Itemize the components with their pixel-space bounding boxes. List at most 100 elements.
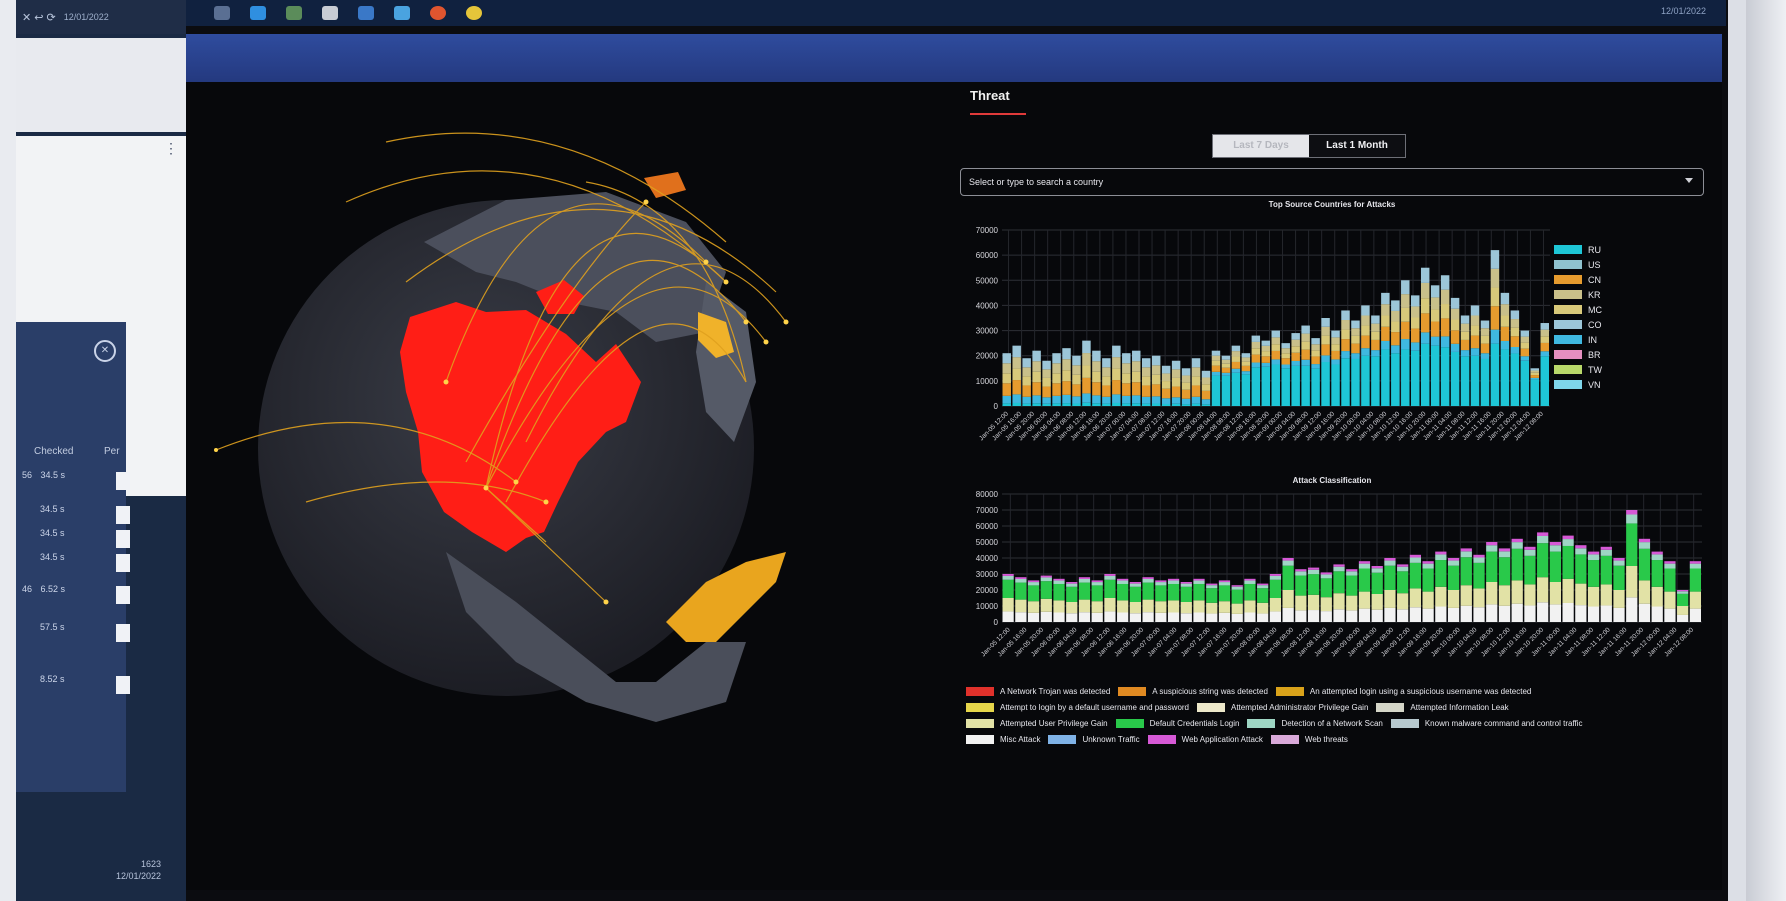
bar-segment[interactable]: [1201, 370, 1211, 378]
bar-segment[interactable]: [1391, 345, 1400, 354]
bar-segment[interactable]: [1155, 585, 1167, 602]
bar-segment[interactable]: [1651, 586, 1663, 607]
bar-segment[interactable]: [1072, 396, 1081, 404]
bar-segment[interactable]: [1524, 605, 1536, 622]
bar-segment[interactable]: [1510, 347, 1520, 354]
bar-segment[interactable]: [1500, 340, 1510, 350]
bar-segment[interactable]: [1422, 563, 1434, 569]
bar-segment[interactable]: [1333, 593, 1345, 610]
bar-segment[interactable]: [1498, 585, 1511, 606]
bar-segment[interactable]: [1391, 353, 1400, 406]
bar-segment[interactable]: [1575, 548, 1587, 555]
bar-segment[interactable]: [1012, 345, 1021, 358]
bar-segment[interactable]: [1129, 602, 1141, 614]
bar-segment[interactable]: [1231, 368, 1241, 373]
bar-segment[interactable]: [1092, 361, 1101, 372]
bar-segment[interactable]: [1311, 356, 1320, 365]
bar-segment[interactable]: [1384, 590, 1396, 608]
bar-segment[interactable]: [1420, 343, 1430, 406]
bar-segment[interactable]: [1430, 285, 1440, 298]
bar-segment[interactable]: [1524, 555, 1536, 585]
bar-segment[interactable]: [1102, 403, 1111, 406]
bar-segment[interactable]: [1251, 362, 1261, 368]
bar-segment[interactable]: [1091, 582, 1103, 586]
bar-segment[interactable]: [1161, 388, 1171, 399]
bar-segment[interactable]: [1002, 353, 1011, 364]
bar-segment[interactable]: [1082, 353, 1091, 366]
legend-item[interactable]: Attempt to login by a default username a…: [966, 703, 1189, 712]
bar-segment[interactable]: [1129, 586, 1141, 602]
bar-segment[interactable]: [1040, 577, 1052, 582]
bar-segment[interactable]: [1447, 590, 1460, 608]
bar-segment[interactable]: [1104, 598, 1116, 612]
bar-segment[interactable]: [1180, 586, 1192, 602]
bar-segment[interactable]: [1132, 403, 1141, 406]
legend-item[interactable]: A Network Trojan was detected: [966, 687, 1110, 696]
bar-segment[interactable]: [1537, 577, 1549, 603]
bar-segment[interactable]: [1321, 335, 1330, 345]
bar-segment[interactable]: [1191, 358, 1201, 368]
bar-segment[interactable]: [1435, 554, 1447, 561]
bar-segment[interactable]: [1490, 306, 1500, 330]
bar-segment[interactable]: [1261, 345, 1271, 352]
bar-segment[interactable]: [1012, 368, 1021, 381]
bar-segment[interactable]: [1040, 581, 1052, 599]
bar-segment[interactable]: [1520, 330, 1530, 337]
bar-segment[interactable]: [1161, 403, 1171, 406]
bar-segment[interactable]: [1460, 548, 1472, 552]
bar-segment[interactable]: [1012, 402, 1021, 406]
bar-segment[interactable]: [1321, 326, 1330, 336]
bar-segment[interactable]: [1022, 376, 1031, 386]
bar-segment[interactable]: [1122, 403, 1131, 406]
bar-segment[interactable]: [1218, 585, 1231, 602]
bar-segment[interactable]: [1191, 367, 1201, 377]
bar-segment[interactable]: [1689, 608, 1701, 622]
bar-segment[interactable]: [1002, 403, 1011, 406]
bar-segment[interactable]: [1381, 326, 1390, 341]
legend-item[interactable]: CO: [1554, 317, 1614, 332]
bar-segment[interactable]: [1524, 584, 1536, 606]
bar-segment[interactable]: [1155, 582, 1167, 586]
bar-segment[interactable]: [1500, 304, 1510, 316]
bar-segment[interactable]: [1122, 383, 1131, 396]
bar-segment[interactable]: [1040, 598, 1052, 612]
bar-segment[interactable]: [1420, 298, 1430, 314]
bar-segment[interactable]: [1251, 341, 1261, 349]
bar-segment[interactable]: [1430, 336, 1440, 346]
bar-segment[interactable]: [1218, 612, 1231, 622]
bar-segment[interactable]: [1333, 571, 1345, 594]
bar-segment[interactable]: [1218, 601, 1231, 613]
bar-segment[interactable]: [1102, 396, 1111, 404]
bar-segment[interactable]: [1401, 339, 1410, 350]
bar-segment[interactable]: [1015, 612, 1027, 622]
bar-segment[interactable]: [1072, 384, 1081, 397]
close-icon[interactable]: ✕: [94, 340, 116, 362]
list-item[interactable]: 34.5 s: [22, 552, 130, 574]
bar-segment[interactable]: [1460, 315, 1470, 324]
bar-segment[interactable]: [1333, 564, 1345, 567]
bar-segment[interactable]: [1104, 574, 1116, 576]
bar-segment[interactable]: [1042, 397, 1051, 404]
bar-segment[interactable]: [1241, 371, 1251, 375]
bar-segment[interactable]: [1351, 343, 1360, 354]
bar-segment[interactable]: [1161, 373, 1171, 382]
bar-segment[interactable]: [1142, 578, 1154, 583]
bar-segment[interactable]: [1600, 546, 1612, 550]
bar-segment[interactable]: [1122, 363, 1131, 374]
bar-segment[interactable]: [1664, 608, 1676, 622]
bar-segment[interactable]: [1141, 403, 1151, 406]
bar-segment[interactable]: [1587, 554, 1600, 561]
chrome-icon[interactable]: [466, 6, 482, 20]
bar-segment[interactable]: [1117, 612, 1129, 622]
bar-segment[interactable]: [1032, 395, 1041, 404]
bar-segment[interactable]: [1167, 600, 1180, 613]
bar-segment[interactable]: [1651, 606, 1663, 622]
bar-segment[interactable]: [1587, 560, 1600, 587]
bar-segment[interactable]: [1002, 373, 1011, 384]
bar-segment[interactable]: [1511, 548, 1523, 581]
bar-segment[interactable]: [1331, 337, 1340, 345]
bar-segment[interactable]: [1112, 368, 1121, 381]
bar-segment[interactable]: [1600, 555, 1612, 585]
bar-segment[interactable]: [1537, 543, 1549, 578]
bar-segment[interactable]: [1251, 367, 1261, 406]
